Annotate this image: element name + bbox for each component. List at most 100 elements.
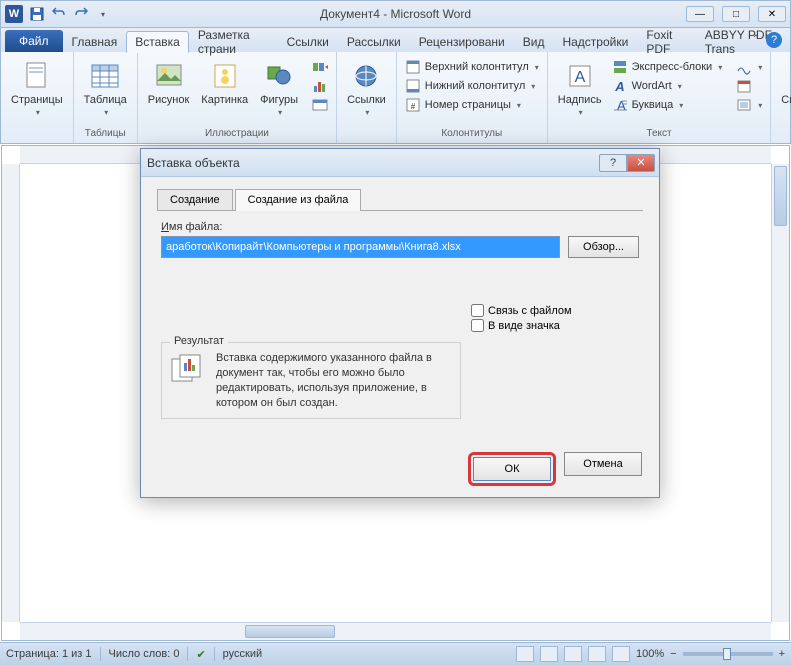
quick-access-toolbar: ▾: [27, 4, 113, 24]
view-print-layout[interactable]: [516, 646, 534, 662]
footer-button[interactable]: Нижний колонтитул▾: [403, 77, 541, 95]
view-fullscreen[interactable]: [540, 646, 558, 662]
zoom-in-button[interactable]: +: [779, 648, 785, 660]
group-illustrations: Рисунок Картинка Фигуры ▾ Иллюстрации: [138, 52, 337, 143]
dialog-close-button[interactable]: ✕: [627, 154, 655, 172]
qat-dropdown-icon[interactable]: ▾: [93, 4, 113, 24]
zoom-slider[interactable]: [683, 652, 773, 656]
chart-icon: [312, 78, 328, 94]
textbox-icon: A: [564, 60, 596, 92]
insert-object-dialog: Вставка объекта ? ✕ Создание Создание из…: [140, 148, 660, 498]
tab-home[interactable]: Главная: [63, 30, 127, 52]
dropcap-button[interactable]: AБуквица▾: [610, 96, 725, 114]
tab-view[interactable]: Вид: [514, 30, 554, 52]
table-button[interactable]: Таблица ▾: [80, 58, 131, 119]
status-spellcheck-icon[interactable]: ✔: [196, 648, 205, 661]
link-checkbox-row[interactable]: Связь с файлом: [471, 304, 639, 317]
object-button[interactable]: ▾: [734, 96, 764, 114]
zoom-level[interactable]: 100%: [636, 648, 664, 660]
dialog-tab-from-file[interactable]: Создание из файла: [235, 189, 362, 211]
page-number-button[interactable]: #Номер страницы▾: [403, 96, 541, 114]
close-button[interactable]: ✕: [758, 6, 786, 22]
picture-button[interactable]: Рисунок: [144, 58, 194, 108]
smartart-button[interactable]: [310, 58, 330, 76]
svg-text:A: A: [574, 69, 585, 86]
undo-icon[interactable]: [49, 4, 69, 24]
scrollbar-horizontal[interactable]: [20, 622, 771, 640]
dialog-title: Вставка объекта: [147, 156, 240, 170]
redo-icon[interactable]: [71, 4, 91, 24]
app-icon: W: [5, 5, 23, 23]
maximize-button[interactable]: □: [722, 6, 750, 22]
footer-icon: [405, 78, 421, 94]
tab-foxit[interactable]: Foxit PDF: [637, 30, 695, 52]
signature-button[interactable]: ▾: [734, 58, 764, 76]
dialog-titlebar[interactable]: Вставка объекта ? ✕: [141, 149, 659, 177]
view-outline[interactable]: [588, 646, 606, 662]
icon-checkbox-row[interactable]: В виде значка: [471, 319, 639, 332]
help-icon[interactable]: ?: [766, 32, 782, 48]
status-words[interactable]: Число слов: 0: [109, 648, 180, 660]
svg-text:A: A: [614, 79, 624, 94]
view-draft[interactable]: [612, 646, 630, 662]
group-headers: Верхний колонтитул▾ Нижний колонтитул▾ #…: [397, 52, 548, 143]
group-symbols: Ω Символы ▾: [771, 52, 791, 143]
datetime-button[interactable]: [734, 77, 764, 95]
chart-button[interactable]: [310, 77, 330, 95]
screenshot-icon: [312, 97, 328, 113]
status-language[interactable]: русский: [223, 648, 262, 660]
page-number-icon: #: [405, 97, 421, 113]
clipart-button[interactable]: Картинка: [197, 58, 252, 108]
dropcap-icon: A: [612, 97, 628, 113]
ok-button[interactable]: ОК: [473, 457, 551, 481]
file-tab[interactable]: Файл: [5, 30, 63, 52]
titlebar: W ▾ Документ4 - Microsoft Word — □ ✕: [0, 0, 791, 28]
status-page[interactable]: Страница: 1 из 1: [6, 648, 92, 660]
link-checkbox[interactable]: [471, 304, 484, 317]
tab-addins[interactable]: Надстройки: [553, 30, 637, 52]
zoom-out-button[interactable]: −: [670, 648, 676, 660]
view-web[interactable]: [564, 646, 582, 662]
scroll-thumb[interactable]: [774, 166, 787, 226]
header-button[interactable]: Верхний колонтитул▾: [403, 58, 541, 76]
screenshot-button[interactable]: [310, 96, 330, 114]
ruler-vertical[interactable]: [2, 164, 20, 622]
filename-label: ИИмя файла:мя файла:: [161, 221, 639, 233]
pages-button[interactable]: Страницы ▾: [7, 58, 67, 119]
cancel-button[interactable]: Отмена: [564, 452, 642, 476]
tab-review[interactable]: Рецензировани: [410, 30, 514, 52]
table-icon: [89, 60, 121, 92]
browse-button[interactable]: Обзор...: [568, 236, 639, 258]
ribbon: Страницы ▾ Таблица ▾ Таблицы Рисунок Кар…: [0, 52, 791, 144]
scroll-thumb[interactable]: [245, 625, 335, 638]
ribbon-collapse-icon[interactable]: ⌃: [752, 34, 760, 45]
shapes-icon: [263, 60, 295, 92]
object-icon: [736, 97, 752, 113]
links-button[interactable]: Ссылки ▾: [343, 58, 390, 119]
group-text: A Надпись ▾ Экспресс-блоки▾ AWordArt▾ AБ…: [548, 52, 771, 143]
tab-mailings[interactable]: Рассылки: [338, 30, 410, 52]
tab-insert[interactable]: Вставка: [126, 31, 189, 53]
icon-checkbox[interactable]: [471, 319, 484, 332]
filename-input[interactable]: [161, 236, 560, 258]
tab-layout[interactable]: Разметка страни: [189, 30, 278, 52]
window-title: Документ4 - Microsoft Word: [320, 7, 471, 21]
minimize-button[interactable]: —: [686, 6, 714, 22]
tab-references[interactable]: Ссылки: [278, 30, 338, 52]
group-links: Ссылки ▾: [337, 52, 397, 143]
shapes-button[interactable]: Фигуры ▾: [256, 58, 302, 119]
wordart-button[interactable]: AWordArt▾: [610, 77, 725, 95]
quickparts-button[interactable]: Экспресс-блоки▾: [610, 58, 725, 76]
symbols-button[interactable]: Ω Символы ▾: [777, 58, 791, 119]
textbox-button[interactable]: A Надпись ▾: [554, 58, 606, 119]
group-tables: Таблица ▾ Таблицы: [74, 52, 138, 143]
result-legend: Результат: [170, 335, 228, 347]
pages-icon: [21, 60, 53, 92]
scrollbar-vertical[interactable]: [771, 164, 789, 622]
save-icon[interactable]: [27, 4, 47, 24]
signature-icon: [736, 59, 752, 75]
zoom-thumb[interactable]: [723, 648, 731, 660]
smartart-icon: [312, 59, 328, 75]
dialog-help-button[interactable]: ?: [599, 154, 627, 172]
dialog-tab-create[interactable]: Создание: [157, 189, 233, 211]
